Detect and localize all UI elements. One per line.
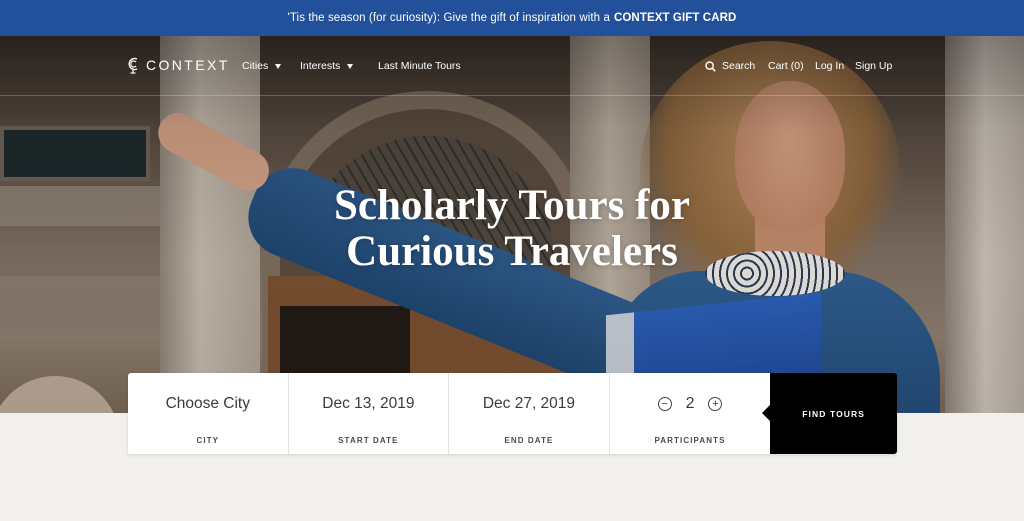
participants-value: 2 bbox=[685, 395, 695, 412]
participants-label: PARTICIPANTS bbox=[654, 436, 726, 445]
end-date-value: Dec 27, 2019 bbox=[482, 395, 576, 412]
minus-circle-icon[interactable]: − bbox=[657, 397, 672, 411]
participants-stepper: − 2 + PARTICIPANTS bbox=[609, 373, 771, 454]
promo-banner[interactable]: 'Tis the season (for curiosity): Give th… bbox=[0, 0, 1024, 36]
nav-signup-label: Sign Up bbox=[855, 60, 893, 72]
hero-title: Scholarly Tours for Curious Travelers bbox=[0, 183, 1024, 275]
city-value: Choose City bbox=[165, 395, 250, 412]
nav-cart[interactable]: Cart (0) bbox=[768, 60, 804, 72]
nav-cities-dropdown[interactable]: Cities bbox=[242, 60, 282, 72]
logo[interactable]: CONTEXT bbox=[127, 56, 230, 74]
plus-circle-icon[interactable]: + bbox=[708, 397, 723, 411]
nav-search[interactable]: Search bbox=[705, 60, 755, 72]
nav-interests-dropdown[interactable]: Interests bbox=[300, 60, 354, 72]
city-select[interactable]: Choose City CITY bbox=[128, 373, 289, 454]
promo-text: 'Tis the season (for curiosity): Give th… bbox=[287, 12, 610, 24]
end-date-picker[interactable]: Dec 27, 2019 END DATE bbox=[449, 373, 610, 454]
nav-signup[interactable]: Sign Up bbox=[855, 60, 892, 72]
nav-last-minute-label: Last Minute Tours bbox=[378, 60, 461, 72]
globe-c-logo-icon bbox=[128, 57, 138, 74]
hero-title-line-1: Scholarly Tours for bbox=[334, 182, 690, 229]
logo-text: CONTEXT bbox=[146, 57, 230, 73]
city-label: CITY bbox=[196, 436, 220, 445]
nav-search-label: Search bbox=[722, 60, 756, 72]
nav-interests-label: Interests bbox=[300, 60, 341, 72]
nav-last-minute-tours[interactable]: Last Minute Tours bbox=[378, 60, 461, 72]
find-tours-button[interactable]: FIND TOURS bbox=[762, 373, 897, 454]
start-date-value: Dec 13, 2019 bbox=[322, 395, 415, 412]
nav-login-label: Log In bbox=[815, 60, 845, 72]
top-navigation: CONTEXT Cities Interests Last Minute Tou… bbox=[0, 36, 1024, 96]
nav-cart-label: Cart (0) bbox=[768, 60, 804, 72]
nav-login[interactable]: Log In bbox=[815, 60, 844, 72]
end-date-label: END DATE bbox=[504, 436, 554, 445]
hero-title-line-2: Curious Travelers bbox=[346, 228, 678, 275]
caret-down-icon bbox=[347, 63, 354, 69]
start-date-picker[interactable]: Dec 13, 2019 START DATE bbox=[288, 373, 450, 454]
caret-down-icon bbox=[275, 63, 282, 69]
gift-card-link[interactable]: CONTEXT GIFT CARD bbox=[614, 12, 736, 24]
search-icon bbox=[705, 60, 716, 72]
nav-cities-label: Cities bbox=[242, 60, 269, 72]
start-date-label: START DATE bbox=[338, 436, 399, 445]
tour-search-form: Choose City CITY Dec 13, 2019 START DATE… bbox=[128, 373, 897, 454]
